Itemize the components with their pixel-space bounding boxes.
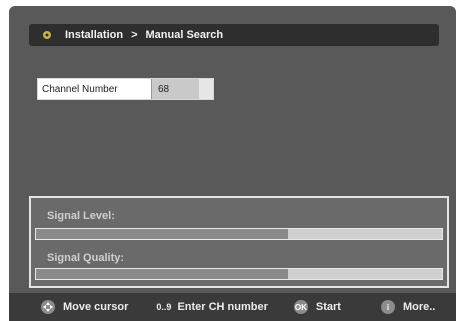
satellite-dish-icon <box>41 29 53 41</box>
ok-button-icon: OK <box>293 300 308 314</box>
number-keys-icon: 0..9 <box>156 302 172 312</box>
signal-level-label: Signal Level: <box>47 210 115 222</box>
hint-enter-ch-label: Enter CH number <box>177 301 268 313</box>
hint-start-label: Start <box>315 301 341 313</box>
hint-more: i More.. <box>380 300 436 314</box>
channel-number-input[interactable]: 68 <box>151 79 199 99</box>
channel-number-field[interactable]: Channel Number 68 <box>37 78 214 100</box>
signal-quality-label: Signal Quality: <box>47 252 125 264</box>
signal-quality-fill <box>36 269 288 279</box>
channel-number-input-edge <box>199 79 213 99</box>
signal-quality-bar <box>35 268 443 280</box>
hint-start: OK Start <box>293 300 341 314</box>
tv-menu-screen: Installation > Manual Search Channel Num… <box>9 6 456 321</box>
hint-move-cursor-label: Move cursor <box>63 301 129 313</box>
signal-level-bar <box>35 228 443 240</box>
hint-move-cursor: Move cursor <box>41 300 128 314</box>
info-icon: i <box>380 300 395 314</box>
breadcrumb-root: Installation <box>65 29 124 41</box>
signal-level-fill <box>36 229 288 239</box>
footer-hint-bar: Move cursor 0..9 Enter CH number OK Star… <box>9 293 456 321</box>
breadcrumb-separator: > <box>131 29 138 41</box>
hint-enter-ch: 0..9 Enter CH number <box>156 301 267 313</box>
signal-panel: Signal Level: Signal Quality: <box>29 196 449 288</box>
hint-more-label: More.. <box>402 301 436 313</box>
directional-pad-icon <box>41 300 55 314</box>
page-title: Manual Search <box>145 29 224 41</box>
title-bar: Installation > Manual Search <box>29 24 439 46</box>
channel-number-label: Channel Number <box>38 79 151 99</box>
